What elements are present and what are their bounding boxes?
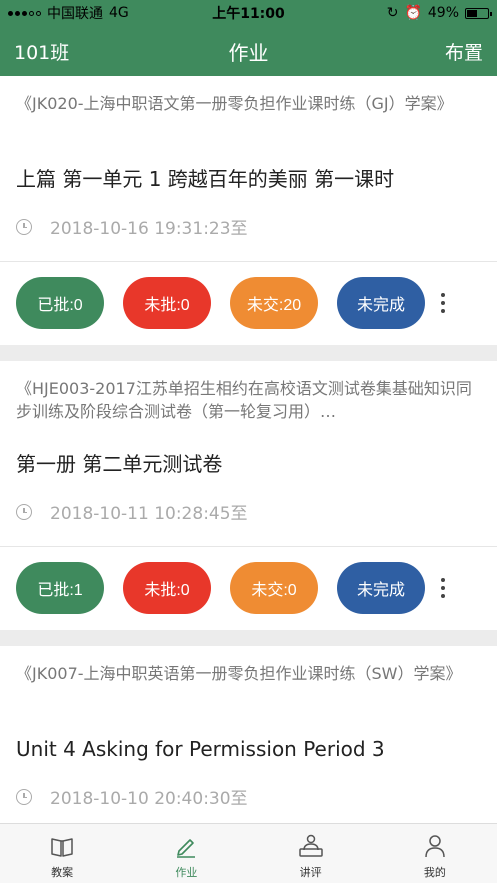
- page-title: 作业: [228, 40, 269, 65]
- battery-icon: [465, 7, 492, 19]
- lecture-icon: [298, 834, 323, 857]
- time-range: 2018-10-16 19:31:23至: [50, 219, 248, 239]
- tab-bar: 教案 作业 讲评 我的: [0, 823, 497, 883]
- alarm-icon: ⏰: [404, 5, 422, 21]
- incomplete-button[interactable]: 未完成: [337, 562, 425, 614]
- network-label: 4G: [109, 5, 129, 21]
- lesson-title: Unit 4 Asking for Permission Period 3: [16, 737, 385, 761]
- tab-lesson-plans[interactable]: 教案: [0, 824, 124, 883]
- homework-card[interactable]: 《JK020-上海中职语文第一册零负担作业课时练（GJ）学案》 上篇 第一单元 …: [0, 76, 497, 345]
- book-title: 《JK020-上海中职语文第一册零负担作业课时练（GJ）学案》: [16, 94, 453, 113]
- tab-homework[interactable]: 作业: [124, 824, 248, 883]
- unsubmitted-button[interactable]: 未交:0: [230, 562, 318, 614]
- unsubmitted-button[interactable]: 未交:20: [230, 277, 318, 329]
- time-range: 2018-10-10 20:40:30至: [50, 789, 248, 809]
- signal-icon: [8, 10, 41, 16]
- lock-rotation-icon: ↻: [386, 5, 399, 21]
- book-title: 《JK007-上海中职英语第一册零负担作业课时练（SW）学案》: [16, 664, 462, 683]
- pen-icon: [177, 839, 196, 858]
- user-icon: [425, 835, 445, 858]
- homework-card[interactable]: 《HJE003-2017江苏单招生相约在高校语文测试卷集基础知识同步训练及阶段综…: [0, 361, 497, 630]
- more-icon[interactable]: [438, 578, 448, 598]
- status-bar: 中国联通 4G 上午11:00 ↻ ⏰ 49%: [0, 0, 497, 26]
- incomplete-button[interactable]: 未完成: [337, 277, 425, 329]
- carrier-label: 中国联通: [47, 6, 103, 22]
- tab-mine[interactable]: 我的: [373, 824, 497, 883]
- tab-label: 讲评: [299, 866, 322, 879]
- lesson-title: 第一册 第二单元测试卷: [16, 452, 223, 476]
- time-range: 2018-10-11 10:28:45至: [50, 504, 248, 524]
- class-selector[interactable]: 101班: [14, 38, 69, 65]
- approved-button[interactable]: 已批:0: [16, 277, 104, 329]
- book-icon: [51, 838, 73, 857]
- clock-icon: [16, 788, 32, 805]
- tab-label: 我的: [423, 866, 446, 879]
- homework-card[interactable]: 《JK007-上海中职英语第一册零负担作业课时练（SW）学案》 Unit 4 A…: [0, 646, 497, 823]
- clock-icon: [16, 218, 32, 235]
- tab-label: 教案: [51, 866, 74, 879]
- book-title: 《HJE003-2017江苏单招生相约在高校语文测试卷集基础知识同步训练及阶段综…: [16, 379, 472, 421]
- tab-label: 作业: [175, 866, 198, 879]
- clock-icon: [16, 503, 32, 520]
- homework-list[interactable]: 《JK020-上海中职语文第一册零负担作业课时练（GJ）学案》 上篇 第一单元 …: [0, 76, 497, 823]
- approved-button[interactable]: 已批:1: [16, 562, 104, 614]
- nav-bar: 101班 作业 布置: [0, 26, 497, 76]
- assign-button[interactable]: 布置: [445, 38, 483, 65]
- unapproved-button[interactable]: 未批:0: [123, 277, 211, 329]
- battery-percent: 49%: [427, 5, 459, 21]
- unapproved-button[interactable]: 未批:0: [123, 562, 211, 614]
- more-icon[interactable]: [438, 293, 448, 313]
- lesson-title: 上篇 第一单元 1 跨越百年的美丽 第一课时: [16, 167, 395, 191]
- tab-lecture[interactable]: 讲评: [249, 824, 373, 883]
